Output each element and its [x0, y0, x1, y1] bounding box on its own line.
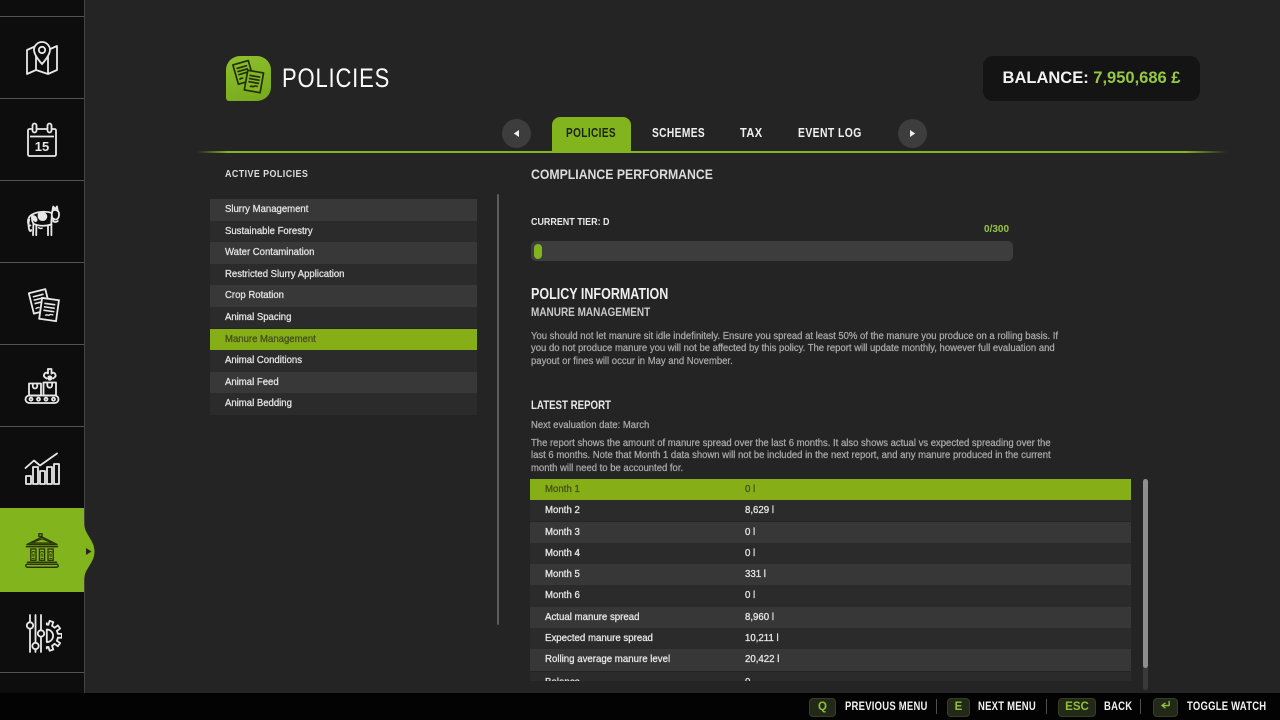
svg-text:15: 15 — [35, 139, 49, 154]
